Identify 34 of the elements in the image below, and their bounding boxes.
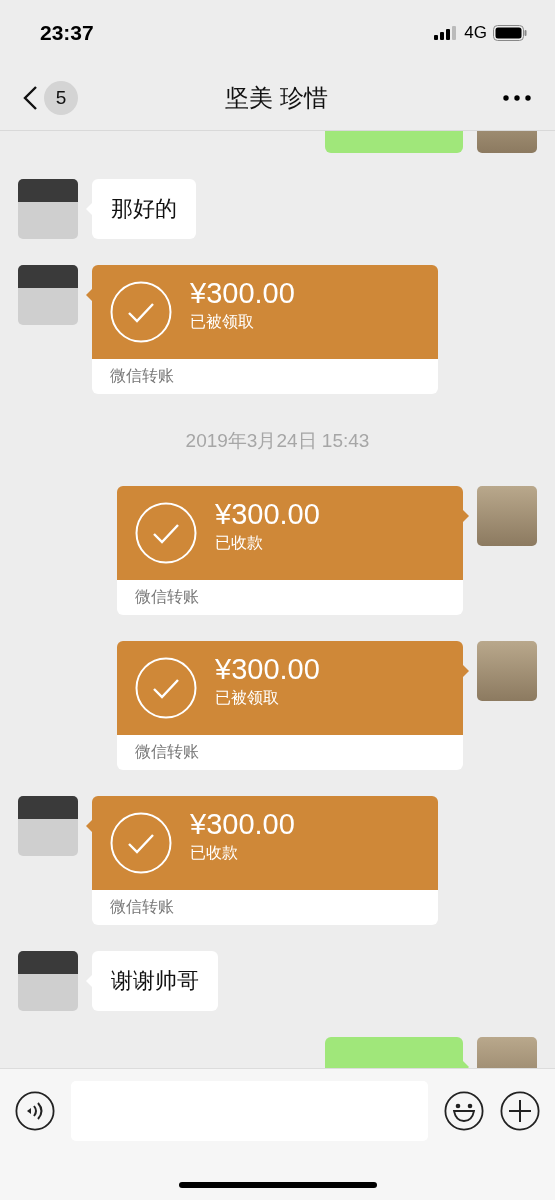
back-icon[interactable] — [22, 85, 38, 111]
more-icon[interactable] — [503, 95, 531, 101]
check-circle-icon — [135, 657, 197, 719]
transfer-label: 微信转账 — [110, 366, 174, 386]
transfer-label: 微信转账 — [135, 587, 199, 607]
message-bubble: 那好的 — [92, 179, 196, 239]
battery-icon — [493, 25, 527, 41]
transfer-amount: ¥300.00 — [215, 498, 320, 531]
transfer-status: 已收款 — [190, 843, 239, 863]
check-circle-icon — [135, 502, 197, 564]
message-bubble: 谢谢帅哥 — [92, 951, 218, 1011]
signal-icon — [434, 26, 459, 40]
timestamp: 2019年3月24日 15:43 — [185, 429, 370, 453]
status-time: 23:37 — [40, 21, 95, 45]
transfer-label: 微信转账 — [110, 897, 174, 917]
plus-icon[interactable] — [500, 1091, 540, 1131]
chat-title: 坚美 珍惜 — [224, 83, 329, 113]
voice-icon[interactable] — [15, 1091, 55, 1131]
check-circle-icon — [110, 281, 172, 343]
avatar-photo[interactable] — [18, 796, 78, 856]
avatar-photo[interactable] — [18, 179, 78, 239]
emoji-icon[interactable] — [444, 1091, 484, 1131]
transfer-amount: ¥300.00 — [190, 277, 295, 310]
transfer-amount: ¥300.00 — [215, 653, 320, 686]
transfer-status: 已被领取 — [215, 688, 280, 708]
transfer-label: 微信转账 — [135, 742, 199, 762]
avatar-photo[interactable] — [18, 265, 78, 325]
network-label: 4G — [464, 23, 487, 43]
check-circle-icon — [110, 812, 172, 874]
transfer-status: 已被领取 — [190, 312, 255, 332]
transfer-status: 已收款 — [215, 533, 264, 553]
transfer-amount: ¥300.00 — [190, 808, 295, 841]
avatar-photo[interactable] — [18, 951, 78, 1011]
unread-badge: 5 — [44, 81, 78, 115]
